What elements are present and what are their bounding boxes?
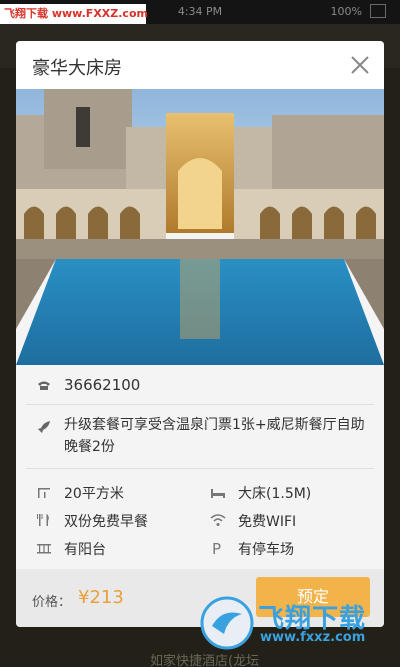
promo-text: 升级套餐可享受含温泉门票1张+威尼斯餐厅自助晚餐2份 — [64, 417, 365, 455]
watermark-url: www.FXXZ.com — [51, 7, 148, 20]
price-label: 价格： — [32, 595, 72, 610]
balcony-icon — [37, 544, 51, 554]
close-button[interactable] — [346, 51, 374, 79]
status-battery: 100% — [330, 5, 362, 18]
parking-icon: P — [212, 540, 221, 556]
amenity-balcony-label: 有阳台 — [64, 542, 106, 558]
amenities-grid: 20平方米 大床(1.5M) 双份免费早餐 免费WIFI 有阳台 P 有停车场 — [26, 469, 374, 565]
amenity-breakfast-label: 双份免费早餐 — [64, 514, 148, 530]
price-value: ¥213 — [78, 587, 124, 608]
room-detail-dialog: 豪华大床房 36662100 升级套餐可享受含温泉门票1张+威尼斯餐厅自助晚餐2… — [16, 41, 384, 627]
rocket-icon — [38, 421, 50, 433]
menu-icon — [370, 4, 386, 18]
bed-icon — [211, 489, 225, 498]
area-icon — [38, 488, 50, 498]
room-photo — [16, 89, 384, 365]
close-icon — [351, 56, 369, 74]
phone-number: 36662100 — [64, 376, 141, 394]
watermark-logo-icon — [200, 596, 254, 650]
amenity-parking-label: 有停车场 — [238, 542, 294, 558]
watermark-logo: 飞翔下载 www.fxxz.com — [198, 594, 388, 654]
wifi-icon — [210, 514, 226, 526]
dialog-header: 豪华大床房 — [16, 41, 384, 89]
promo-row: 升级套餐可享受含温泉门票1张+威尼斯餐厅自助晚餐2份 — [26, 405, 374, 469]
phone-icon — [38, 381, 50, 390]
dining-icon — [37, 514, 49, 526]
svg-text:P: P — [212, 540, 221, 556]
amenity-wifi-label: 免费WIFI — [238, 514, 297, 530]
phone-row[interactable]: 36662100 — [26, 365, 374, 405]
amenity-area-label: 20平方米 — [64, 486, 124, 502]
watermark-logo-url: www.fxxz.com — [260, 630, 366, 645]
watermark-banner: 飞翔下载 www.FXXZ.com — [0, 4, 148, 24]
watermark-site: 飞翔下载 — [4, 7, 48, 20]
room-title: 豪华大床房 — [32, 58, 122, 79]
amenity-bed-label: 大床(1.5M) — [238, 486, 312, 502]
